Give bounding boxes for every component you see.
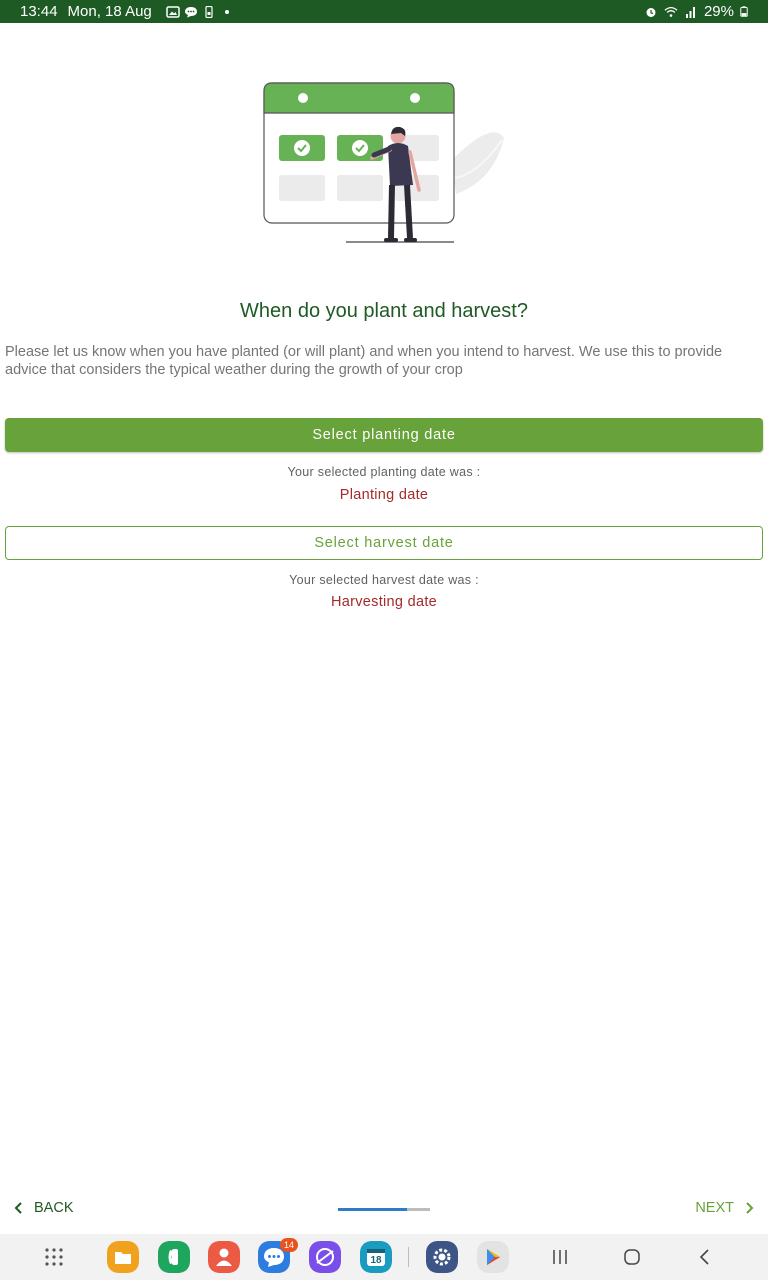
page-description: Please let us know when you have planted… <box>5 344 723 378</box>
harvest-date-value: Harvesting date <box>330 594 438 610</box>
calendar-day-label: 18 <box>370 1254 382 1266</box>
alarm-icon <box>646 7 656 17</box>
phone-icon[interactable] <box>158 1241 190 1273</box>
settings-icon[interactable] <box>426 1241 458 1273</box>
calendar-illustration <box>263 82 504 243</box>
step-progress-bar <box>338 1208 430 1211</box>
system-navigation-bar: 14 18 <box>0 1234 768 1280</box>
step-progress-fill <box>338 1208 407 1211</box>
screen: 13:44 Mon, 18 Aug 29% When do you plant … <box>0 0 768 1280</box>
chevron-left-icon <box>14 1202 22 1214</box>
recent-apps-icon[interactable] <box>548 1245 572 1269</box>
back-nav-icon[interactable] <box>693 1245 717 1269</box>
next-button[interactable]: NEXT <box>695 1200 754 1216</box>
planting-date-caption: Your selected planting date was : <box>287 465 481 479</box>
battery-percent: 29% <box>703 3 734 20</box>
contacts-icon[interactable] <box>208 1241 240 1273</box>
back-button[interactable]: BACK <box>14 1200 74 1216</box>
select-planting-date-button[interactable]: Select planting date <box>5 418 763 452</box>
next-label: NEXT <box>695 1200 734 1216</box>
wifi-icon <box>664 6 678 17</box>
status-bar: 13:44 Mon, 18 Aug 29% <box>0 0 768 23</box>
harvest-date-caption: Your selected harvest date was : <box>289 573 479 587</box>
status-date: Mon, 18 Aug <box>67 3 152 20</box>
back-label: BACK <box>34 1200 74 1216</box>
planting-date-value: Planting date <box>339 487 429 503</box>
dot-icon <box>224 9 229 14</box>
sim-icon <box>205 5 213 18</box>
gallery-icon <box>166 5 180 18</box>
chat-icon <box>184 6 197 17</box>
battery-icon <box>740 6 748 17</box>
messages-badge: 14 <box>280 1238 298 1252</box>
dock-divider <box>408 1247 409 1267</box>
play-store-icon[interactable] <box>477 1241 509 1273</box>
apps-grid-icon[interactable] <box>42 1245 66 1269</box>
page-title: When do you plant and harvest? <box>240 300 528 322</box>
signal-icon <box>685 6 695 18</box>
wizard-navigation: BACK NEXT <box>0 1196 768 1228</box>
chevron-right-icon <box>746 1202 754 1214</box>
status-time: 13:44 <box>20 3 58 20</box>
select-harvest-date-button[interactable]: Select harvest date <box>5 526 763 560</box>
files-icon[interactable] <box>107 1241 139 1273</box>
browser-icon[interactable] <box>309 1241 341 1273</box>
home-icon[interactable] <box>620 1245 644 1269</box>
